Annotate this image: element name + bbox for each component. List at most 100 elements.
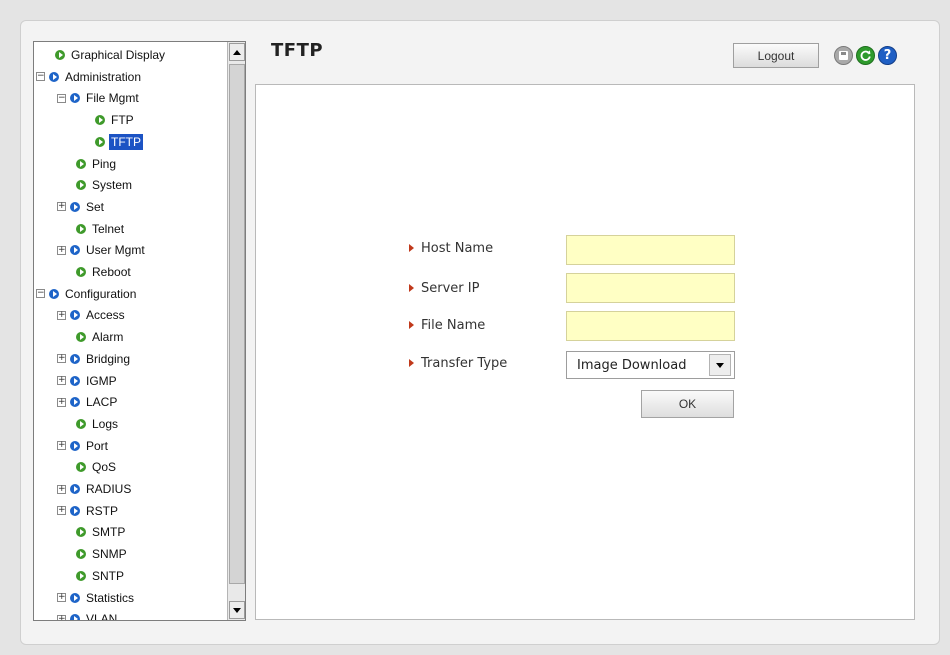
tree-item[interactable]: + Set xyxy=(57,197,106,217)
tree-item-label: Reboot xyxy=(92,265,131,279)
scroll-thumb[interactable] xyxy=(229,64,245,584)
collapse-icon[interactable]: − xyxy=(57,93,66,103)
transfer-type-value: Image Download xyxy=(577,357,687,373)
tree-item[interactable]: + IGMP xyxy=(57,371,119,391)
node-bullet-icon xyxy=(70,614,80,620)
logout-button[interactable]: Logout xyxy=(733,43,819,68)
server-ip-input[interactable] xyxy=(566,273,735,303)
host-name-label: Host Name xyxy=(409,238,493,258)
node-bullet-icon xyxy=(76,332,86,343)
refresh-icon[interactable] xyxy=(856,46,875,65)
help-icon[interactable]: ? xyxy=(878,46,897,65)
tree-item-label: System xyxy=(92,178,133,193)
tree-item-label: Telnet xyxy=(92,221,125,236)
bullet-arrow-icon xyxy=(409,321,414,329)
tree-item[interactable]: − Configuration xyxy=(36,284,138,304)
tree-item[interactable]: + Access xyxy=(57,305,127,325)
navigation-tree: Graphical Display − Administration − File Mg… xyxy=(33,41,246,621)
expand-icon[interactable]: + xyxy=(57,354,66,364)
expand-icon[interactable]: + xyxy=(57,506,66,516)
tree-item[interactable]: − File Mgmt xyxy=(57,88,141,108)
tree-item-label: File Mgmt xyxy=(86,91,139,106)
tree-scrollbar[interactable] xyxy=(227,42,245,620)
tree-item[interactable]: Ping xyxy=(76,154,118,174)
tree-item[interactable]: SMTP xyxy=(76,522,127,542)
tree-item-label: Access xyxy=(86,308,125,323)
tree-item[interactable]: SNTP xyxy=(76,566,126,586)
transfer-type-select[interactable]: Image Download xyxy=(566,351,735,379)
host-name-input[interactable] xyxy=(566,235,735,265)
node-bullet-icon xyxy=(76,570,86,581)
tree-item[interactable]: Graphical Display xyxy=(55,45,167,65)
tree-item-label: Set xyxy=(86,199,105,214)
node-bullet-icon xyxy=(70,353,80,364)
bullet-arrow-icon xyxy=(409,359,414,367)
tree-item[interactable]: + LACP xyxy=(57,392,119,412)
tree-item[interactable]: FTP xyxy=(95,110,136,130)
tree-item-label: Ping xyxy=(92,156,117,171)
tree-item[interactable]: + Port xyxy=(57,436,110,456)
tree-item-label: Bridging xyxy=(86,351,131,366)
tree-item-label: RADIUS xyxy=(86,482,132,496)
transfer-type-label: Transfer Type xyxy=(409,353,507,373)
bullet-arrow-icon xyxy=(409,284,414,292)
node-bullet-icon xyxy=(76,267,86,277)
save-icon[interactable] xyxy=(834,46,853,65)
node-bullet-icon xyxy=(70,310,80,321)
node-bullet-icon xyxy=(76,418,86,429)
expand-icon[interactable]: + xyxy=(57,593,66,602)
arrow-up-icon xyxy=(233,49,241,55)
node-bullet-icon xyxy=(70,201,80,212)
tree-item-label: Statistics xyxy=(86,590,135,605)
collapse-icon[interactable]: − xyxy=(36,289,45,299)
tree-item[interactable]: Reboot xyxy=(76,262,133,282)
node-bullet-icon xyxy=(70,93,80,104)
node-bullet-icon xyxy=(76,158,86,169)
refresh-arrows-icon xyxy=(860,50,871,61)
tree-item[interactable]: + User Mgmt xyxy=(57,240,147,260)
tree-item[interactable]: QoS xyxy=(76,457,118,477)
expand-icon[interactable]: + xyxy=(57,376,66,385)
tree-item[interactable]: System xyxy=(76,175,134,195)
arrow-down-icon xyxy=(233,607,241,613)
tree-item-label: Logs xyxy=(92,416,119,431)
tree-item[interactable]: Alarm xyxy=(76,327,125,347)
bullet-arrow-icon xyxy=(409,244,414,252)
chevron-down-icon xyxy=(716,362,724,368)
node-bullet-icon xyxy=(70,505,80,516)
ok-button[interactable]: OK xyxy=(641,390,734,418)
tree-item-label: SNTP xyxy=(92,568,125,583)
tree-item[interactable]: + Statistics xyxy=(57,588,136,608)
tree-item[interactable]: SNMP xyxy=(76,544,129,564)
scroll-up-button[interactable] xyxy=(229,43,245,61)
expand-icon[interactable]: + xyxy=(57,245,66,255)
tree-item[interactable]: TFTP xyxy=(95,132,143,152)
dropdown-button[interactable] xyxy=(709,354,731,376)
expand-icon[interactable]: + xyxy=(57,614,66,620)
tree-item[interactable]: + RADIUS xyxy=(57,479,133,499)
tree-item[interactable]: + VLAN xyxy=(57,609,119,621)
node-bullet-icon xyxy=(76,527,86,538)
tree-item[interactable]: + Bridging xyxy=(57,349,132,369)
expand-icon[interactable]: + xyxy=(57,310,66,320)
tree-item[interactable]: + RSTP xyxy=(57,501,120,521)
node-bullet-icon xyxy=(76,180,86,191)
scroll-down-button[interactable] xyxy=(229,601,245,619)
file-name-input[interactable] xyxy=(566,311,735,341)
collapse-icon[interactable]: − xyxy=(36,72,45,82)
tree-item-label: SMTP xyxy=(92,525,126,540)
expand-icon[interactable]: + xyxy=(57,397,66,407)
tree-item-label: LACP xyxy=(86,395,118,410)
expand-icon[interactable]: + xyxy=(57,202,66,212)
node-bullet-icon xyxy=(49,288,59,299)
tree-item[interactable]: Logs xyxy=(76,414,120,434)
expand-icon[interactable]: + xyxy=(57,484,66,494)
tree-item[interactable]: − Administration xyxy=(36,67,143,87)
tree-item-label: VLAN xyxy=(86,612,118,621)
tree-item[interactable]: Telnet xyxy=(76,219,126,239)
node-bullet-icon xyxy=(70,397,80,408)
transfer-type-label-text: Transfer Type xyxy=(421,355,508,371)
expand-icon[interactable]: + xyxy=(57,441,66,451)
tree-item-label: Graphical Display xyxy=(71,48,166,62)
tree-item-label: Alarm xyxy=(92,330,124,345)
